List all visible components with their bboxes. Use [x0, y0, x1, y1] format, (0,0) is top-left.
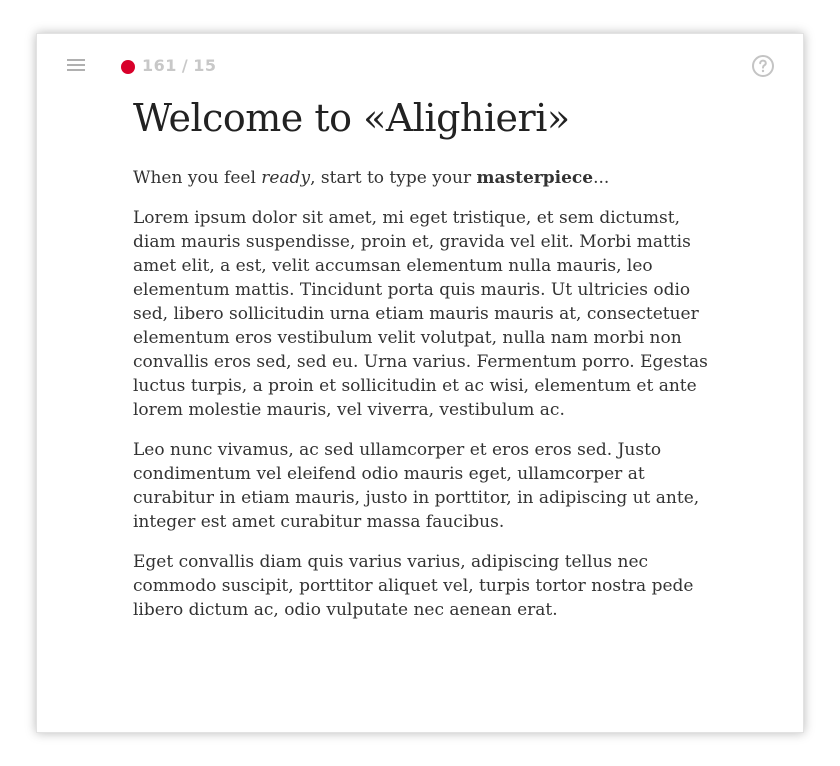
status-indicator-dot [121, 60, 135, 74]
intro-text-1: When you feel [133, 167, 262, 188]
body-paragraph[interactable]: Lorem ipsum dolor sit amet, mi eget tris… [133, 206, 709, 422]
intro-text-3: ... [593, 167, 610, 188]
counter-value-left: 161 [142, 56, 177, 75]
body-paragraph[interactable]: Leo nunc vivamus, ac sed ullamcorper et … [133, 438, 709, 534]
editor-page: 161/15 Welcome to «Alighieri» When you f… [36, 33, 804, 733]
word-counter: 161/15 [142, 56, 217, 75]
editor-toolbar: 161/15 [37, 34, 803, 98]
intro-italic-word: ready [261, 167, 311, 188]
help-circle-icon[interactable] [751, 54, 775, 78]
counter-value-right: 15 [193, 56, 217, 75]
counter-separator: / [181, 56, 189, 75]
intro-bold-word: masterpiece [476, 167, 594, 188]
intro-text-2: , start to type your [310, 167, 477, 188]
hamburger-menu-icon[interactable] [65, 56, 87, 74]
body-paragraph[interactable]: Eget convallis diam quis varius varius, … [133, 550, 709, 622]
document-body[interactable]: Welcome to «Alighieri» When you feel rea… [133, 96, 709, 638]
document-title[interactable]: Welcome to «Alighieri» [133, 96, 709, 142]
intro-paragraph[interactable]: When you feel ready, start to type your … [133, 166, 709, 190]
